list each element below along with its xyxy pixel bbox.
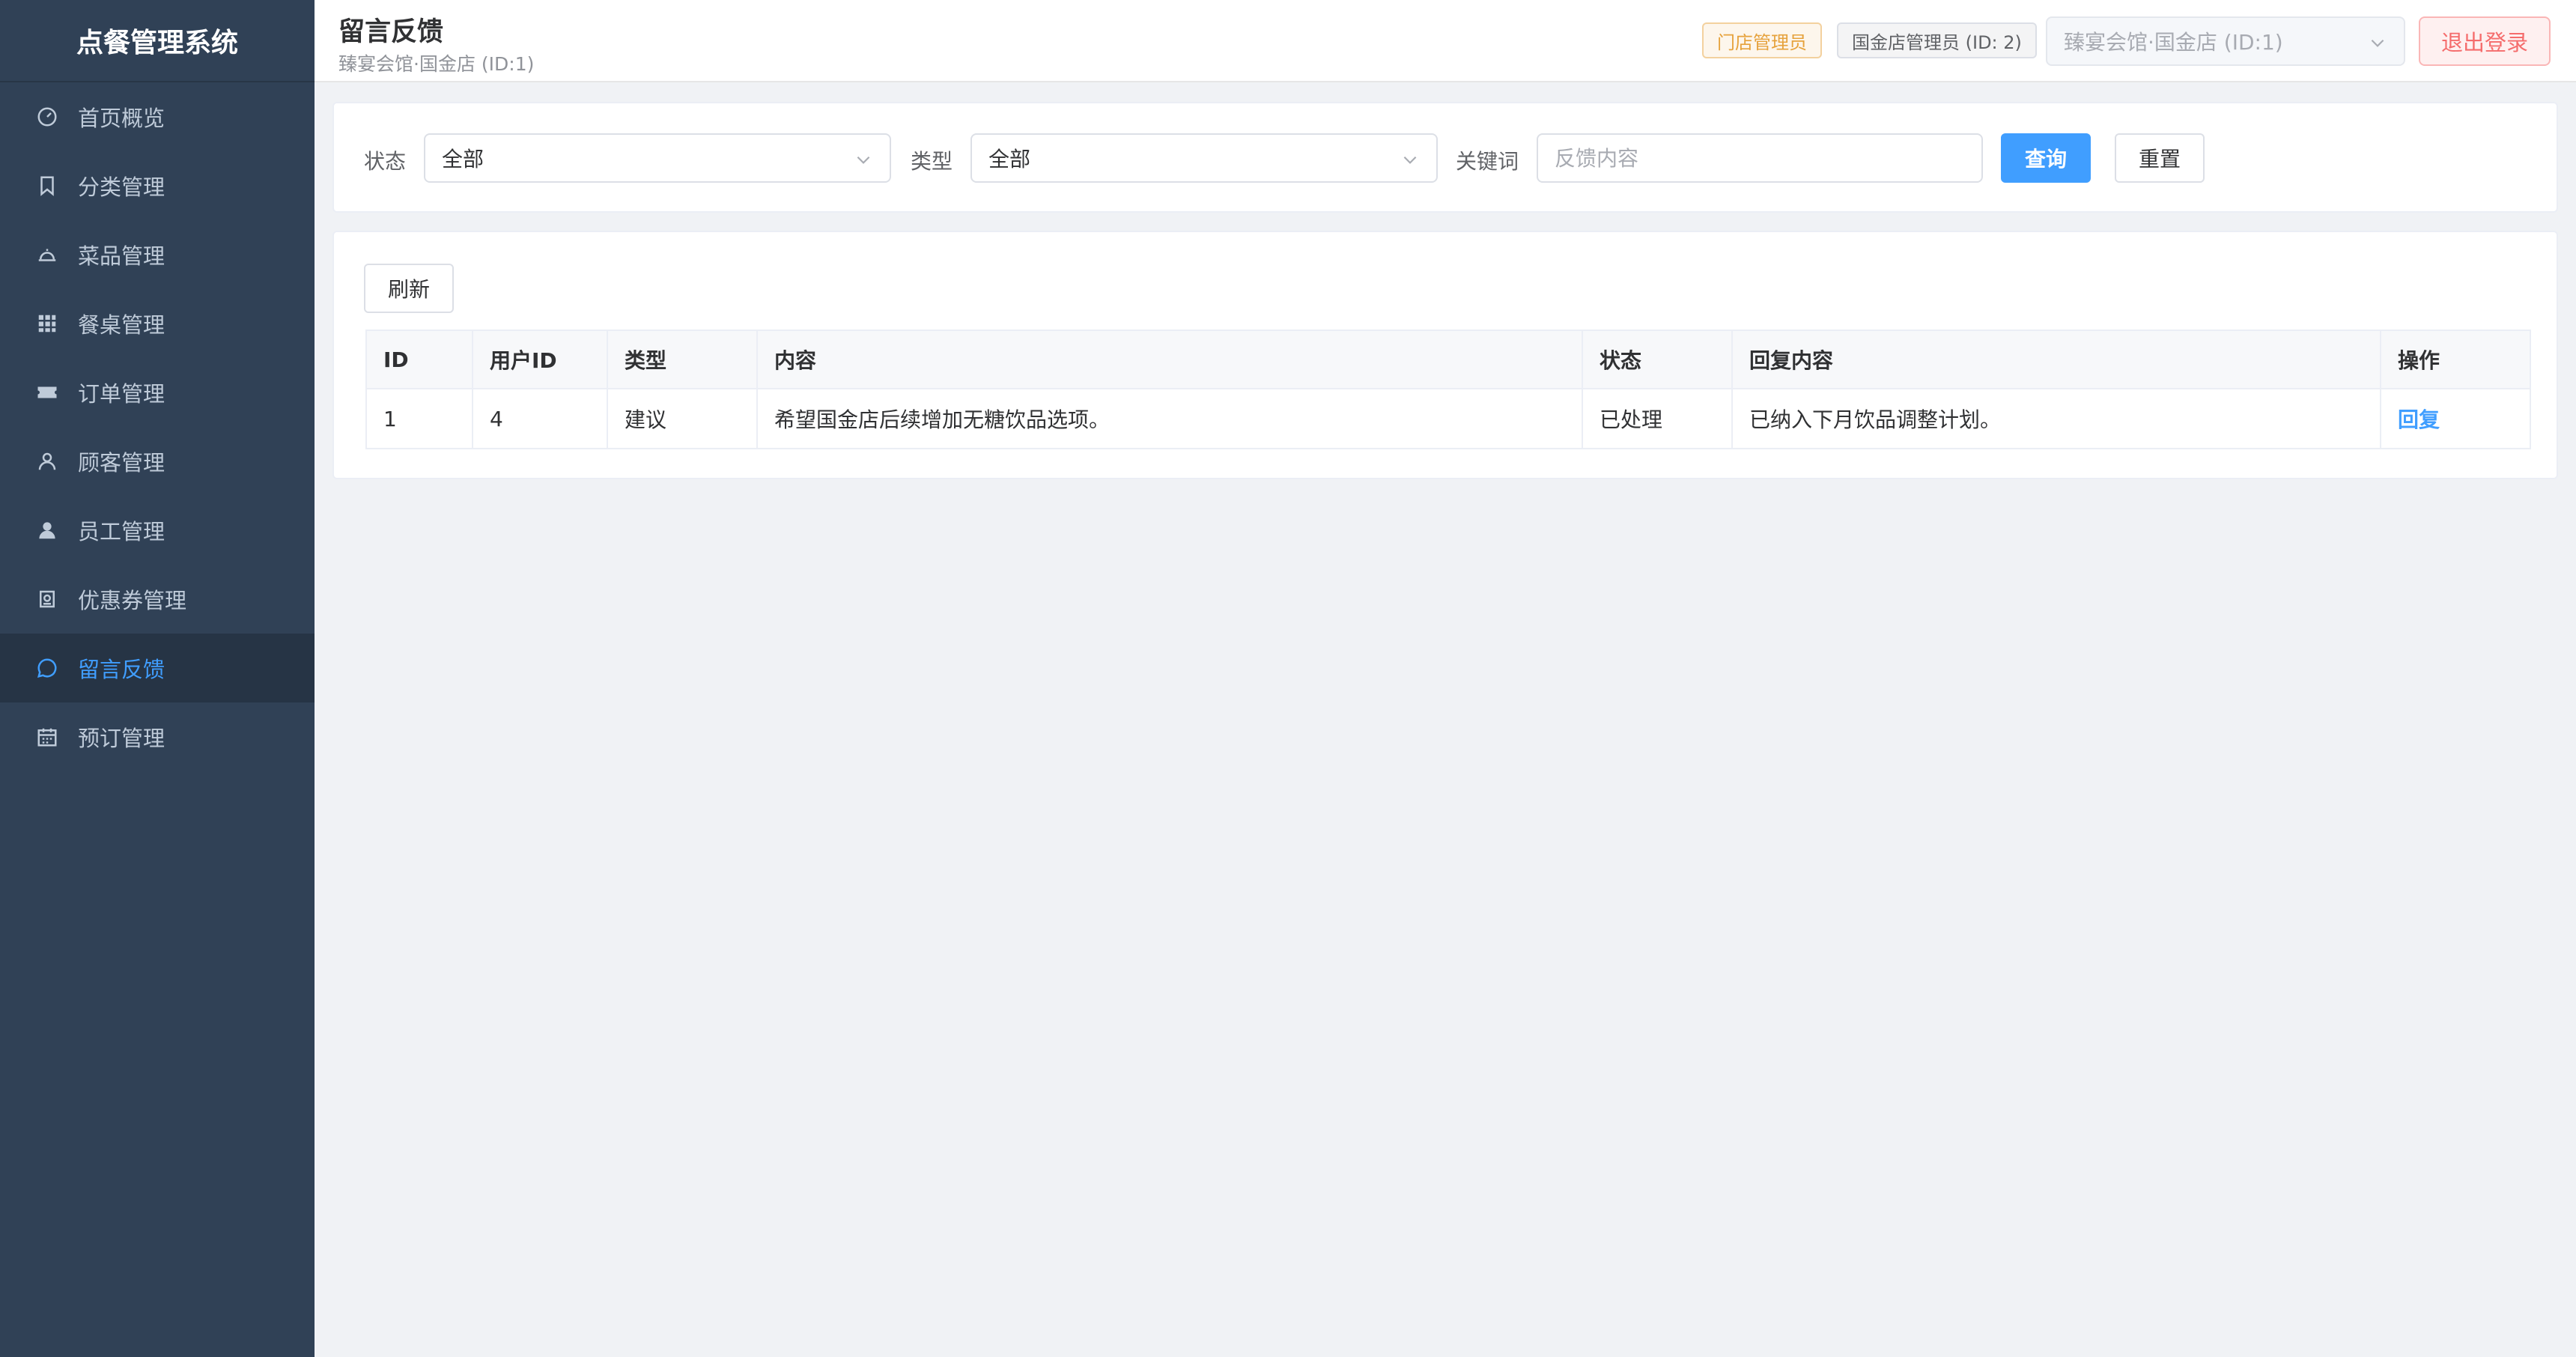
feedback-table: ID 用户ID 类型 内容 状态 回复内容 操作 1 4 建议 希望国金店后续增…: [365, 330, 2531, 449]
sidebar-nav: 首页概览 分类管理 菜品管理 餐桌管理 订单管理 顾客管理 员工管理 优惠券管理…: [0, 82, 315, 771]
chat-icon: [36, 657, 58, 679]
sidebar-item-tables[interactable]: 餐桌管理: [0, 289, 315, 358]
sidebar-item-dishes[interactable]: 菜品管理: [0, 220, 315, 289]
chevron-down-icon: [1403, 156, 1417, 164]
cell-type: 建议: [607, 388, 758, 449]
sidebar: 点餐管理系统 首页概览 分类管理 菜品管理 餐桌管理 订单管理 顾客管理 员工管…: [0, 0, 315, 1357]
type-filter-select[interactable]: 全部: [970, 133, 1438, 183]
cloche-icon: [36, 243, 58, 266]
grid-icon: [36, 312, 58, 335]
sidebar-item-dashboard[interactable]: 首页概览: [0, 82, 315, 151]
sidebar-item-customers[interactable]: 顾客管理: [0, 427, 315, 496]
refresh-button[interactable]: 刷新: [364, 264, 454, 313]
feedback-table-card: 刷新 ID 用户ID 类型 内容 状态 回复内容 操作 1 4 建议 希望国金店…: [332, 231, 2558, 479]
store-select-value: 臻宴会馆·国金店 (ID:1): [2064, 30, 2283, 55]
top-header: 留言反馈 臻宴会馆·国金店 (ID:1) 门店管理员 国金店管理员 (ID: 2…: [315, 0, 2576, 82]
sidebar-item-label: 菜品管理: [78, 243, 165, 269]
user-outline-icon: [36, 450, 58, 473]
sidebar-item-categories[interactable]: 分类管理: [0, 151, 315, 220]
sidebar-item-label: 订单管理: [78, 381, 165, 407]
column-header-user-id: 用户ID: [472, 330, 608, 389]
page-title: 留言反馈: [338, 17, 444, 47]
filter-bar: 状态 全部 类型 全部 关键词 查询 重置: [332, 102, 2558, 213]
user-filled-icon: [36, 519, 58, 541]
store-subtitle: 臻宴会馆·国金店 (ID:1): [338, 53, 535, 75]
coupon-icon: [36, 588, 58, 610]
status-filter-label: 状态: [364, 149, 407, 174]
store-select[interactable]: 臻宴会馆·国金店 (ID:1): [2046, 16, 2405, 66]
sidebar-item-staff[interactable]: 员工管理: [0, 496, 315, 565]
sidebar-item-reservations[interactable]: 预订管理: [0, 702, 315, 771]
gauge-icon: [36, 106, 58, 128]
cell-user-id: 4: [472, 388, 608, 449]
sidebar-item-feedback[interactable]: 留言反馈: [0, 634, 315, 702]
calendar-icon: [36, 726, 58, 748]
keyword-filter-label: 关键词: [1456, 149, 1519, 174]
role-badge: 门店管理员: [1702, 22, 1822, 58]
sidebar-item-label: 预订管理: [78, 726, 165, 751]
bookmark-icon: [36, 174, 58, 197]
column-header-id: ID: [365, 330, 473, 389]
chevron-down-icon: [857, 156, 870, 164]
sidebar-item-label: 优惠券管理: [78, 588, 187, 613]
status-filter-value: 全部: [442, 147, 484, 171]
type-filter-label: 类型: [911, 149, 953, 174]
sidebar-item-label: 留言反馈: [78, 657, 165, 682]
status-filter-select[interactable]: 全部: [424, 133, 891, 183]
ticket-icon: [36, 381, 58, 404]
cell-status: 已处理: [1582, 388, 1733, 449]
sidebar-item-coupons[interactable]: 优惠券管理: [0, 565, 315, 634]
sidebar-item-label: 分类管理: [78, 174, 165, 200]
sidebar-item-label: 餐桌管理: [78, 312, 165, 338]
query-button[interactable]: 查询: [2001, 133, 2091, 183]
chevron-down-icon: [2371, 39, 2384, 47]
type-filter-value: 全部: [988, 147, 1031, 171]
cell-content: 希望国金店后续增加无糖饮品选项。: [756, 388, 1583, 449]
column-header-reply: 回复内容: [1731, 330, 2381, 389]
sidebar-item-label: 顾客管理: [78, 450, 165, 476]
sidebar-item-label: 员工管理: [78, 519, 165, 544]
user-badge: 国金店管理员 (ID: 2): [1837, 22, 2037, 58]
table-header-row: ID 用户ID 类型 内容 状态 回复内容 操作: [365, 330, 2531, 389]
column-header-type: 类型: [607, 330, 758, 389]
keyword-input[interactable]: [1537, 133, 1983, 183]
column-header-content: 内容: [756, 330, 1583, 389]
reply-link[interactable]: 回复: [2398, 407, 2440, 432]
sidebar-item-label: 首页概览: [78, 106, 165, 131]
cell-actions: 回复: [2380, 388, 2531, 449]
column-header-status: 状态: [1582, 330, 1733, 389]
logout-button[interactable]: 退出登录: [2419, 16, 2551, 66]
cell-reply: 已纳入下月饮品调整计划。: [1731, 388, 2381, 449]
cell-id: 1: [365, 388, 473, 449]
sidebar-item-orders[interactable]: 订单管理: [0, 358, 315, 427]
column-header-actions: 操作: [2380, 330, 2531, 389]
table-row: 1 4 建议 希望国金店后续增加无糖饮品选项。 已处理 已纳入下月饮品调整计划。…: [365, 388, 2531, 449]
reset-button[interactable]: 重置: [2115, 133, 2205, 183]
app-title: 点餐管理系统: [0, 0, 315, 82]
